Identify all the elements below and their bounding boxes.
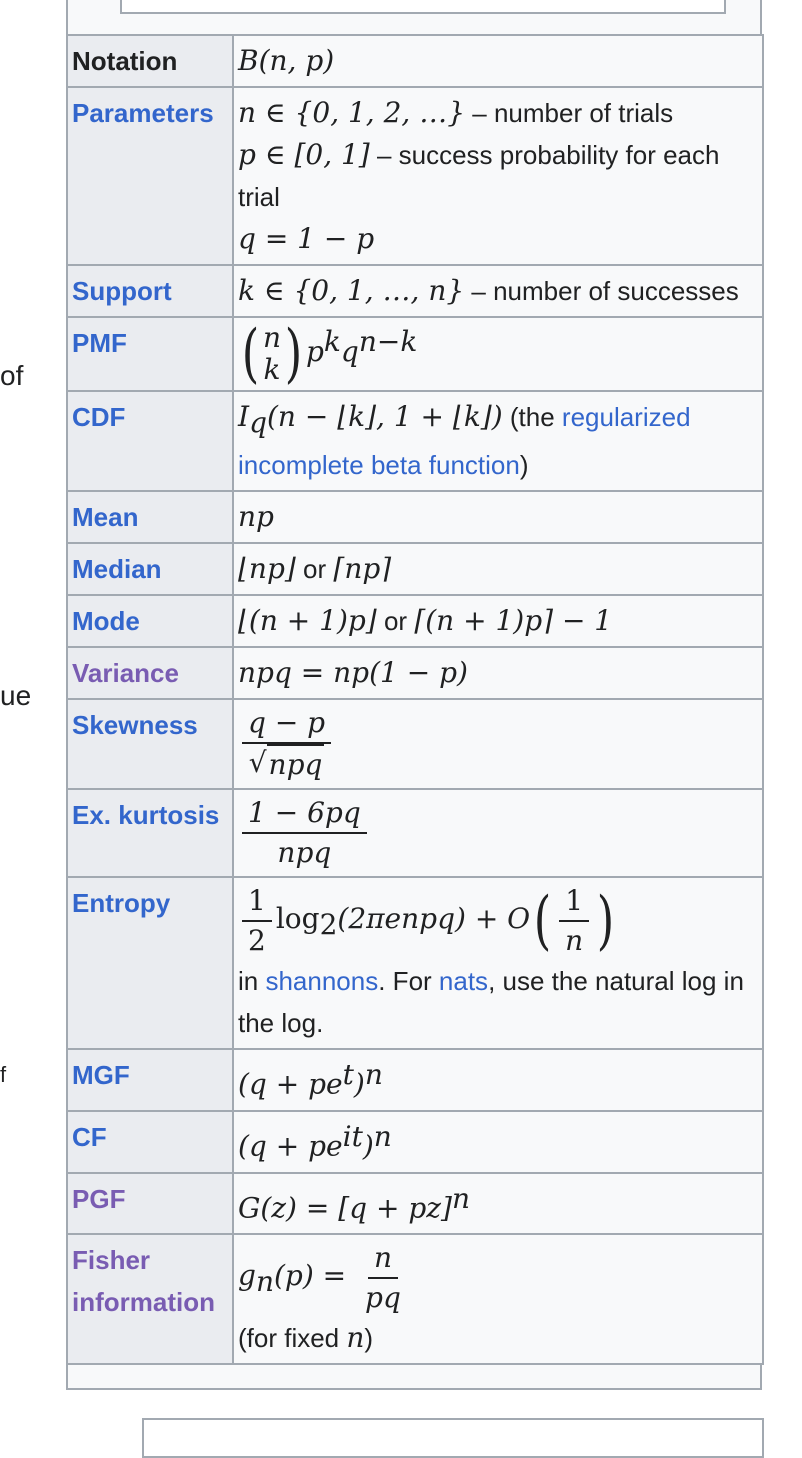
row-parameters: Parameters n ∈ {0, 1, 2, …} – number of … (66, 86, 764, 266)
row-median: Median ⌊np⌋ or ⌈np⌉ (66, 542, 764, 597)
nats-link[interactable]: nats (439, 966, 488, 996)
row-mean: Mean np (66, 490, 764, 545)
label-mean[interactable]: Mean (66, 490, 234, 545)
row-cdf: CDF Iq(n − ⌊k⌋, 1 + ⌊k⌋) (the regularize… (66, 389, 764, 493)
label-median[interactable]: Median (66, 542, 234, 597)
label-variance[interactable]: Variance (66, 646, 234, 701)
row-mode: Mode ⌊(n + 1)p⌋ or ⌈(n + 1)p⌉ − 1 (66, 594, 764, 649)
label-cdf[interactable]: CDF (66, 389, 234, 493)
value-entropy: 1 2 log2(2πenpq) + O(1 n) in shannons. For … (232, 876, 764, 1051)
row-kurtosis: Ex. kurtosis 1 − 6pq npq (66, 788, 764, 879)
label-notation: Notation (66, 34, 234, 88)
value-kurtosis: 1 − 6pq npq (232, 788, 764, 879)
label-parameters[interactable]: Parameters (66, 86, 234, 266)
label-support[interactable]: Support (66, 264, 234, 318)
label-entropy[interactable]: Entropy (66, 876, 234, 1051)
infobox-table: Notation B(n, p) Parameters n ∈ {0, 1, 2… (66, 34, 764, 1366)
row-support: Support k ∈ {0, 1, …, n} – number of suc… (66, 264, 764, 318)
value-pgf: G(z) = [q + pz]n (232, 1171, 764, 1236)
value-skewness: q − p √ npq (232, 698, 764, 791)
value-mean: np (232, 490, 764, 545)
label-cf[interactable]: CF (66, 1109, 234, 1174)
row-notation: Notation B(n, p) (66, 34, 764, 88)
article-text-fragment: of (0, 360, 24, 391)
value-support: k ∈ {0, 1, …, n} – number of successes (232, 264, 764, 318)
label-pgf[interactable]: PGF (66, 1171, 234, 1236)
infobox-image-frame (120, 0, 726, 14)
row-entropy: Entropy 1 2 log2(2πenpq) + O(1 n) in shanno… (66, 876, 764, 1051)
value-mode: ⌊(n + 1)p⌋ or ⌈(n + 1)p⌉ − 1 (232, 594, 764, 649)
skewness-fraction: q − p √ npq (242, 704, 332, 784)
row-cf: CF (q + peit)n (66, 1109, 764, 1174)
label-mode[interactable]: Mode (66, 594, 234, 649)
label-skewness[interactable]: Skewness (66, 698, 234, 791)
row-pgf: PGF G(z) = [q + pz]n (66, 1171, 764, 1236)
shannons-link[interactable]: shannons (265, 966, 378, 996)
kurtosis-fraction: 1 − 6pq npq (242, 794, 367, 872)
row-skewness: Skewness q − p √ npq (66, 698, 764, 791)
row-variance: Variance npq = np(1 − p) (66, 646, 764, 701)
article-text-fragment: ue (0, 680, 32, 711)
value-mgf: (q + pet)n (232, 1048, 764, 1112)
row-fisher: Fisher information gn(p) = n pq (for fixe… (66, 1233, 764, 1366)
row-mgf: MGF (q + pet)n (66, 1048, 764, 1112)
value-cf: (q + peit)n (232, 1109, 764, 1174)
value-parameters: n ∈ {0, 1, 2, …} – number of trials p ∈ … (232, 86, 764, 266)
row-pmf: PMF ( nk ) pkqn−k (66, 316, 764, 392)
value-cdf: Iq(n − ⌊k⌋, 1 + ⌊k⌋) (the regularized in… (232, 389, 764, 493)
next-infobox-frame (142, 1418, 764, 1458)
value-pmf: ( nk ) pkqn−k (232, 316, 764, 392)
label-pmf[interactable]: PMF (66, 316, 234, 392)
binomial-coefficient: ( nk ) (241, 317, 303, 391)
label-mgf[interactable]: MGF (66, 1048, 234, 1112)
value-notation: B(n, p) (232, 34, 764, 88)
article-text-fragment: f (0, 1062, 7, 1087)
value-median: ⌊np⌋ or ⌈np⌉ (232, 542, 764, 597)
value-fisher-information: gn(p) = n pq (for fixed n) (232, 1233, 764, 1366)
value-variance: npq = np(1 − p) (232, 646, 764, 701)
label-kurtosis[interactable]: Ex. kurtosis (66, 788, 234, 879)
label-fisher-information[interactable]: Fisher information (66, 1233, 234, 1366)
